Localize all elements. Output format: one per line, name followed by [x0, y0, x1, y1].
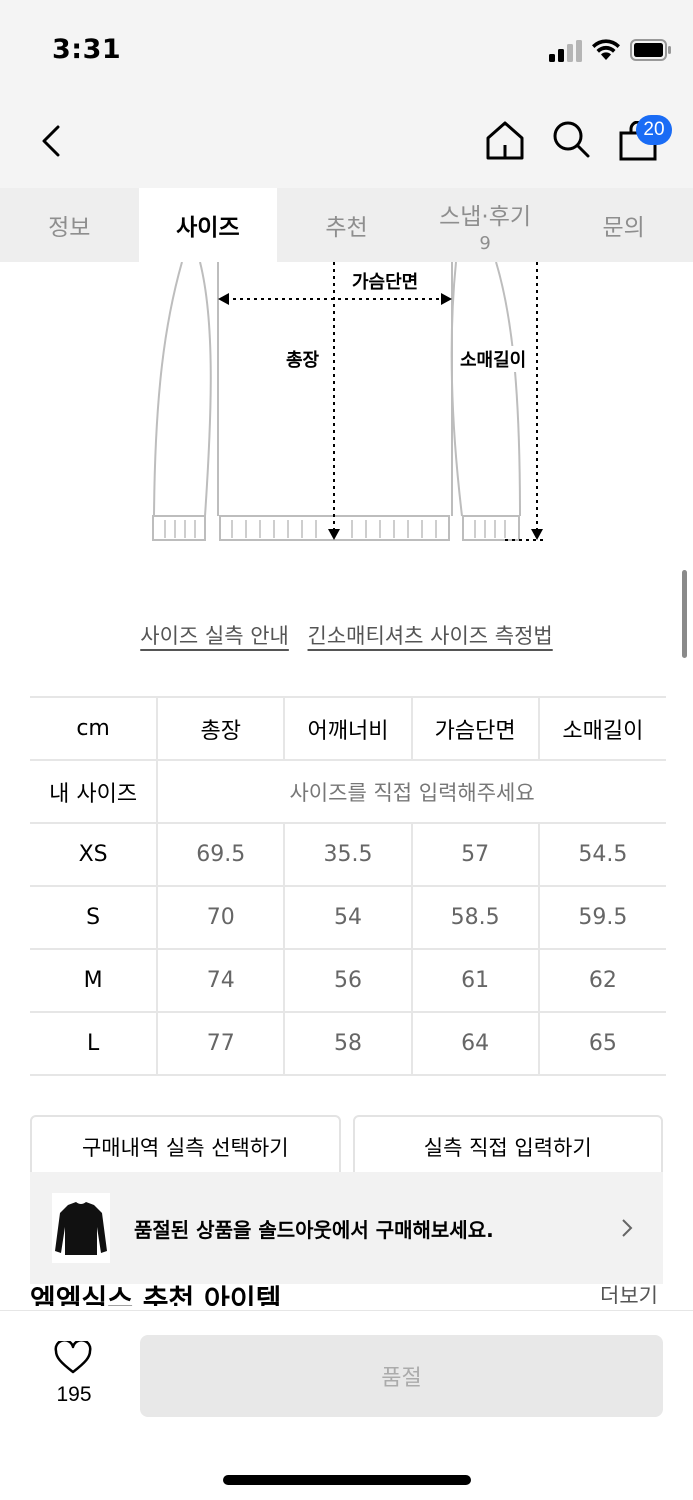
black-sweatshirt-thumbnail	[55, 1202, 107, 1255]
table-cell: 65	[537, 1011, 666, 1076]
back-arrow-icon[interactable]	[36, 123, 68, 159]
nav-header: 20	[0, 95, 693, 188]
chevron-right-icon	[622, 1219, 633, 1237]
like-count: 195	[56, 1383, 92, 1406]
soldout-banner-text: 품절된 상품을 솔드아웃에서 구매해보세요.	[134, 1217, 494, 1242]
home-icon[interactable]	[484, 119, 526, 161]
wifi-icon	[592, 39, 620, 60]
table-header-cell: cm	[30, 696, 158, 761]
status-bar: 3:31	[0, 0, 693, 95]
size-table: cm 총장 어깨너비 가슴단면 소매길이 내 사이즈 사이즈를 직접 입력해주세…	[30, 696, 666, 1076]
table-cell: 58	[283, 1011, 412, 1076]
table-cell: 62	[537, 948, 666, 1013]
product-thumbnail	[52, 1193, 110, 1263]
total-length-label: 총장	[282, 346, 324, 372]
tab-info[interactable]: 정보	[0, 188, 139, 262]
soldout-button[interactable]: 품절	[140, 1335, 663, 1417]
cellular-signal-icon	[549, 40, 582, 62]
table-cell: 74	[156, 948, 285, 1013]
table-row: S 70 54 58.5 59.5	[30, 885, 666, 950]
table-cell: 77	[156, 1011, 285, 1076]
table-header-row: cm 총장 어깨너비 가슴단면 소매길이	[30, 696, 666, 761]
search-icon[interactable]	[551, 119, 591, 159]
measure-buttons: 구매내역 실측 선택하기 실측 직접 입력하기	[30, 1115, 663, 1179]
table-header-cell: 총장	[156, 696, 285, 761]
soldout-promo-banner[interactable]: 품절된 상품을 솔드아웃에서 구매해보세요.	[30, 1172, 663, 1284]
table-row: XS 69.5 35.5 57 54.5	[30, 822, 666, 887]
table-header-cell: 소매길이	[537, 696, 666, 761]
table-cell: 56	[283, 948, 412, 1013]
my-size-label: 내 사이즈	[30, 759, 158, 824]
tab-label: 스냅·후기	[439, 203, 532, 230]
table-cell: 59.5	[537, 885, 666, 950]
tab-size[interactable]: 사이즈	[138, 188, 278, 262]
tab-inquiry[interactable]: 문의	[554, 188, 693, 262]
my-size-input[interactable]: 사이즈를 직접 입력해주세요	[156, 759, 666, 824]
table-header-cell: 가슴단면	[410, 696, 539, 761]
size-name-cell: XS	[30, 822, 158, 887]
product-tabs: 정보 사이즈 추천 스냅·후기 9 문의	[0, 188, 693, 262]
table-cell: 58.5	[410, 885, 539, 950]
sweatshirt-outline-illustration	[152, 262, 545, 541]
heart-icon[interactable]	[54, 1341, 92, 1375]
tab-label: 추천	[325, 215, 368, 241]
table-row: M 74 56 61 62	[30, 948, 666, 1013]
status-time: 3:31	[52, 34, 122, 65]
direct-measure-input-button[interactable]: 실측 직접 입력하기	[352, 1115, 663, 1179]
size-name-cell: L	[30, 1011, 158, 1076]
table-cell: 57	[410, 822, 539, 887]
table-header-cell: 어깨너비	[283, 696, 412, 761]
size-name-cell: M	[30, 948, 158, 1013]
chest-width-label: 가슴단면	[348, 268, 423, 294]
size-name-cell: S	[30, 885, 158, 950]
purchase-history-measure-button[interactable]: 구매내역 실측 선택하기	[30, 1115, 341, 1179]
tab-label: 사이즈	[176, 215, 240, 241]
table-cell: 64	[410, 1011, 539, 1076]
my-size-row: 내 사이즈 사이즈를 직접 입력해주세요	[30, 759, 666, 824]
size-measurement-guide-link[interactable]: 사이즈 실측 안내	[140, 624, 289, 648]
size-guide-links: 사이즈 실측 안내 긴소매티셔츠 사이즈 측정법	[0, 620, 693, 650]
table-row: L 77 58 64 65	[30, 1011, 666, 1076]
table-cell: 69.5	[156, 822, 285, 887]
review-count: 9	[479, 232, 491, 254]
home-indicator	[223, 1475, 471, 1485]
size-diagram: 가슴단면 총장 소매길이	[0, 262, 693, 562]
table-cell: 54	[283, 885, 412, 950]
tab-snap-review[interactable]: 스냅·후기 9	[416, 188, 555, 262]
tab-label: 문의	[602, 215, 645, 241]
more-link[interactable]: 더보기	[600, 1278, 658, 1304]
bottom-action-bar: 195 품절	[0, 1310, 693, 1500]
table-cell: 54.5	[537, 822, 666, 887]
sleeve-length-label: 소매길이	[456, 346, 531, 372]
table-cell: 35.5	[283, 822, 412, 887]
tab-recommend[interactable]: 추천	[277, 188, 416, 262]
cart-count-badge: 20	[636, 115, 672, 145]
long-sleeve-measure-method-link[interactable]: 긴소매티셔츠 사이즈 측정법	[308, 624, 553, 648]
table-cell: 70	[156, 885, 285, 950]
battery-icon	[630, 39, 671, 61]
table-cell: 61	[410, 948, 539, 1013]
tab-label: 정보	[48, 215, 91, 241]
recommended-items-title: 엠엠식스 추천 아이템	[30, 1283, 282, 1306]
